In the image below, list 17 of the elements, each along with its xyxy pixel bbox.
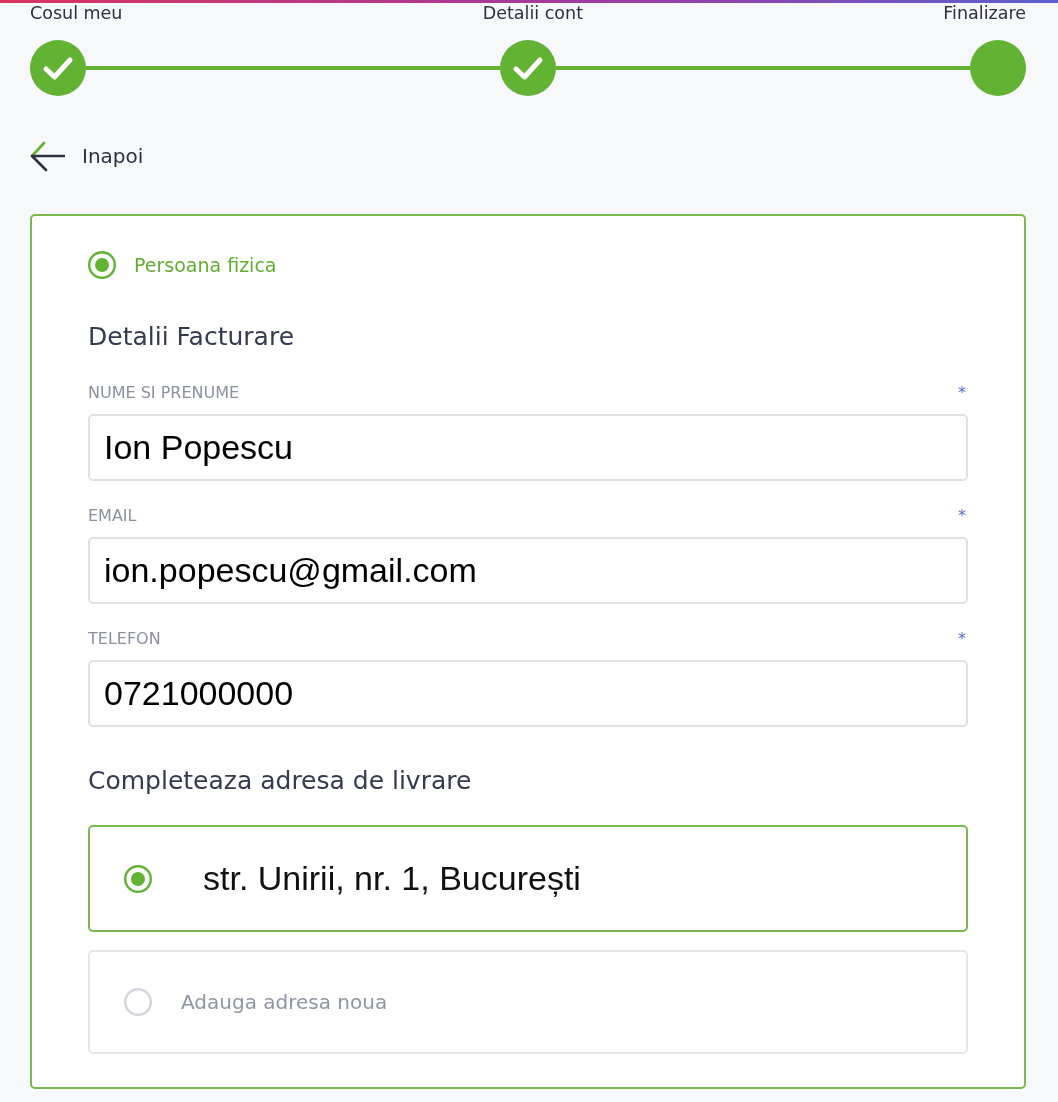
input-field[interactable]: 0721000000 — [88, 660, 968, 727]
required-asterisk: * — [958, 383, 967, 403]
back-link[interactable]: Inapoi — [30, 140, 144, 172]
step-label: Finalizare — [943, 3, 1026, 23]
step-label: Cosul meu — [30, 3, 123, 23]
field-label: TELEFON — [88, 629, 161, 649]
back-arrow-icon — [30, 140, 65, 172]
required-asterisk: * — [958, 629, 967, 649]
field-label: EMAIL — [88, 506, 137, 526]
input-field[interactable]: ion.popescu@gmail.com — [88, 537, 968, 604]
field-label: NUME SI PRENUME — [88, 383, 240, 403]
section-heading: Completeaza adresa de livrare — [88, 766, 473, 796]
address-option[interactable]: str. Unirii, nr. 1, București — [88, 825, 968, 932]
step-label: Detalii cont — [482, 3, 583, 23]
input-field[interactable]: Ion Popescu — [88, 414, 968, 481]
section-heading: Detalii Facturare — [88, 322, 296, 352]
required-asterisk: * — [958, 506, 967, 526]
